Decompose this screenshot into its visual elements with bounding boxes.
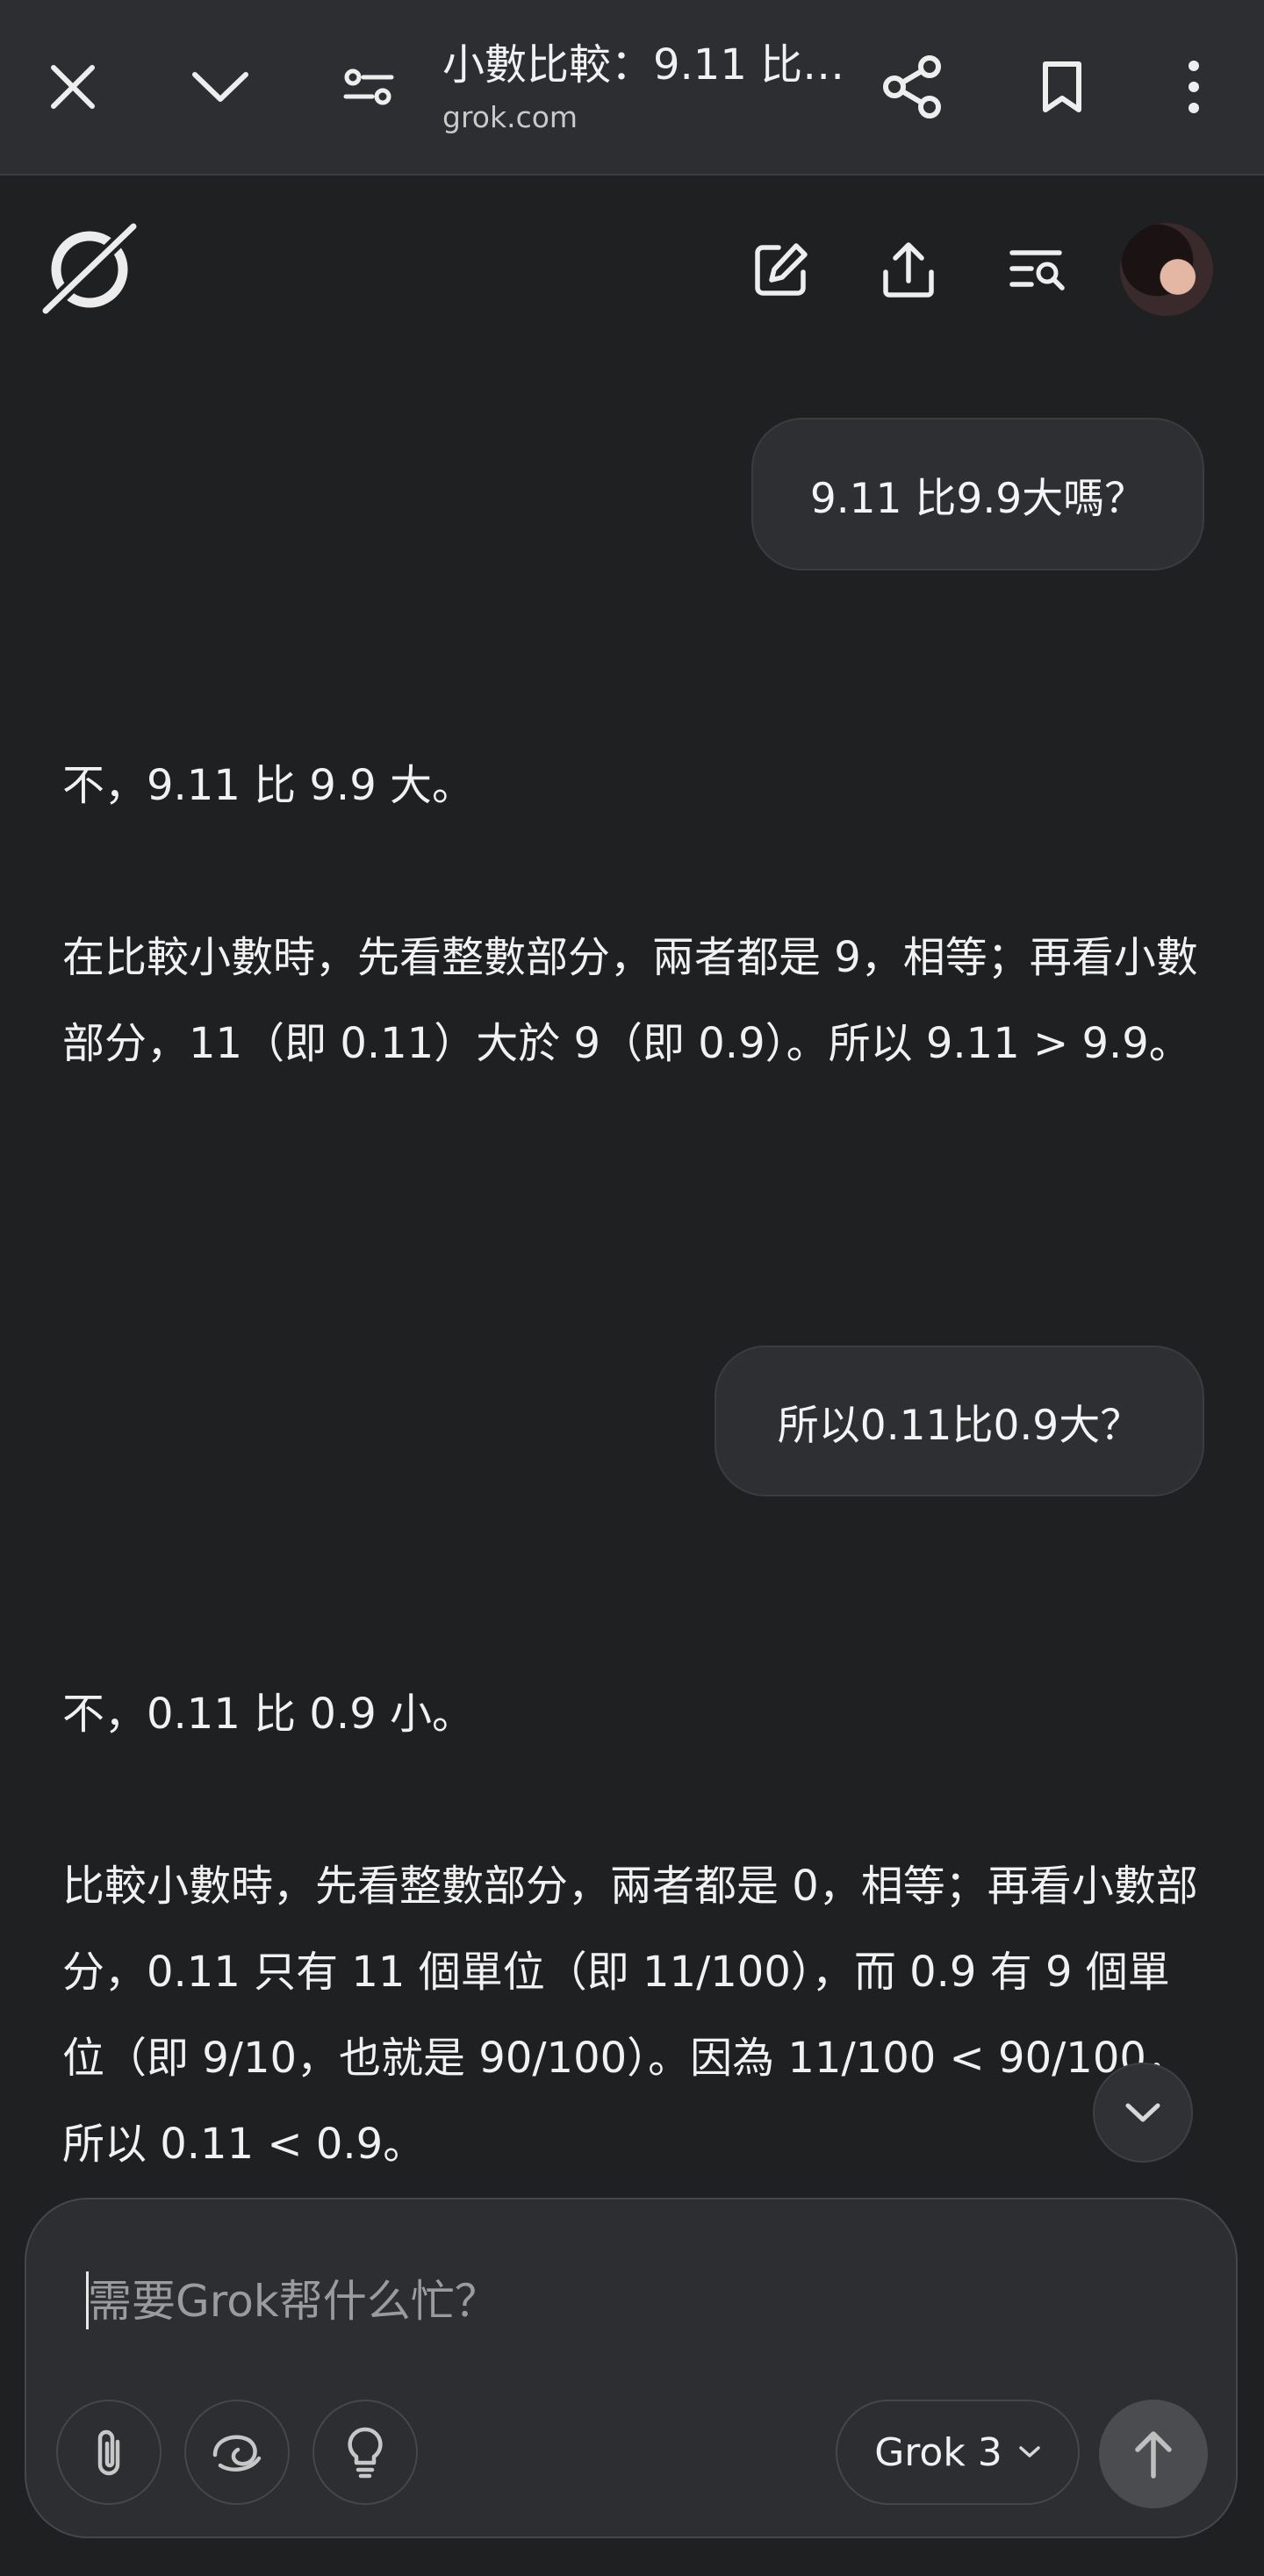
assistant-message: 不，9.11 比 9.9 大。 在比較小數時，先看整數部分，兩者都是 9，相等；…	[62, 743, 1203, 1087]
attach-button[interactable]	[56, 2400, 162, 2505]
page-domain[interactable]: grok.com	[442, 100, 578, 134]
text-caret	[86, 2271, 89, 2329]
chevron-down-icon	[190, 69, 250, 104]
user-message: 所以0.11比0.9大？	[715, 1345, 1204, 1496]
model-selector[interactable]: Grok 3	[836, 2400, 1080, 2505]
grok-logo-icon[interactable]	[35, 218, 144, 321]
model-label: Grok 3	[874, 2429, 1002, 2475]
arrow-up-icon	[1132, 2429, 1174, 2479]
menu-button[interactable]	[1150, 43, 1238, 131]
new-chat-button[interactable]	[737, 230, 825, 309]
composer: Grok 3	[25, 2198, 1238, 2538]
scroll-down-button[interactable]	[1093, 2063, 1193, 2163]
assistant-explanation: 在比較小數時，先看整數部分，兩者都是 9，相等；再看小數部分，11（即 0.11…	[62, 933, 1198, 1068]
edit-icon	[752, 240, 810, 298]
close-tab-button[interactable]	[29, 43, 117, 131]
think-button[interactable]	[312, 2400, 418, 2505]
share-icon	[882, 54, 944, 119]
browser-toolbar: 小數比較：9.11 比 ... grok.com	[0, 0, 1264, 176]
upload-icon	[881, 240, 936, 298]
site-settings-button[interactable]	[325, 43, 413, 131]
export-button[interactable]	[865, 230, 952, 309]
more-vert-icon	[1185, 59, 1203, 115]
bookmark-button[interactable]	[1018, 43, 1106, 131]
share-button[interactable]	[869, 43, 957, 131]
avatar[interactable]	[1120, 223, 1213, 316]
swirl-icon	[210, 2430, 264, 2474]
send-button[interactable]	[1099, 2400, 1208, 2508]
history-button[interactable]	[994, 230, 1081, 309]
lightbulb-icon	[346, 2426, 384, 2479]
page-title[interactable]: 小數比較：9.11 比 ...	[442, 30, 855, 91]
assistant-answer: 不，0.11 比 0.9 小。	[62, 1690, 474, 1739]
user-message-text: 所以0.11比0.9大？	[777, 1401, 1142, 1450]
assistant-answer: 不，9.11 比 9.9 大。	[62, 761, 474, 810]
chevron-down-icon	[1124, 2102, 1161, 2123]
bookmark-icon	[1041, 60, 1083, 114]
tune-icon	[342, 65, 395, 109]
assistant-explanation: 比較小數時，先看整數部分，兩者都是 0，相等；再看小數部分，0.11 只有 11…	[62, 1862, 1198, 2169]
prompt-input[interactable]	[86, 2270, 1143, 2333]
close-icon	[48, 62, 97, 111]
chevron-down-icon	[1018, 2445, 1041, 2459]
user-message-text: 9.11 比9.9大嗎？	[809, 474, 1146, 523]
user-message: 9.11 比9.9大嗎？	[751, 418, 1204, 570]
paperclip-icon	[91, 2426, 126, 2479]
deep-search-button[interactable]	[184, 2400, 290, 2505]
collapse-button[interactable]	[176, 43, 264, 131]
search-history-icon	[1009, 248, 1066, 291]
assistant-message: 不，0.11 比 0.9 小。 比較小數時，先看整數部分，兩者都是 0，相等；再…	[62, 1671, 1203, 2187]
